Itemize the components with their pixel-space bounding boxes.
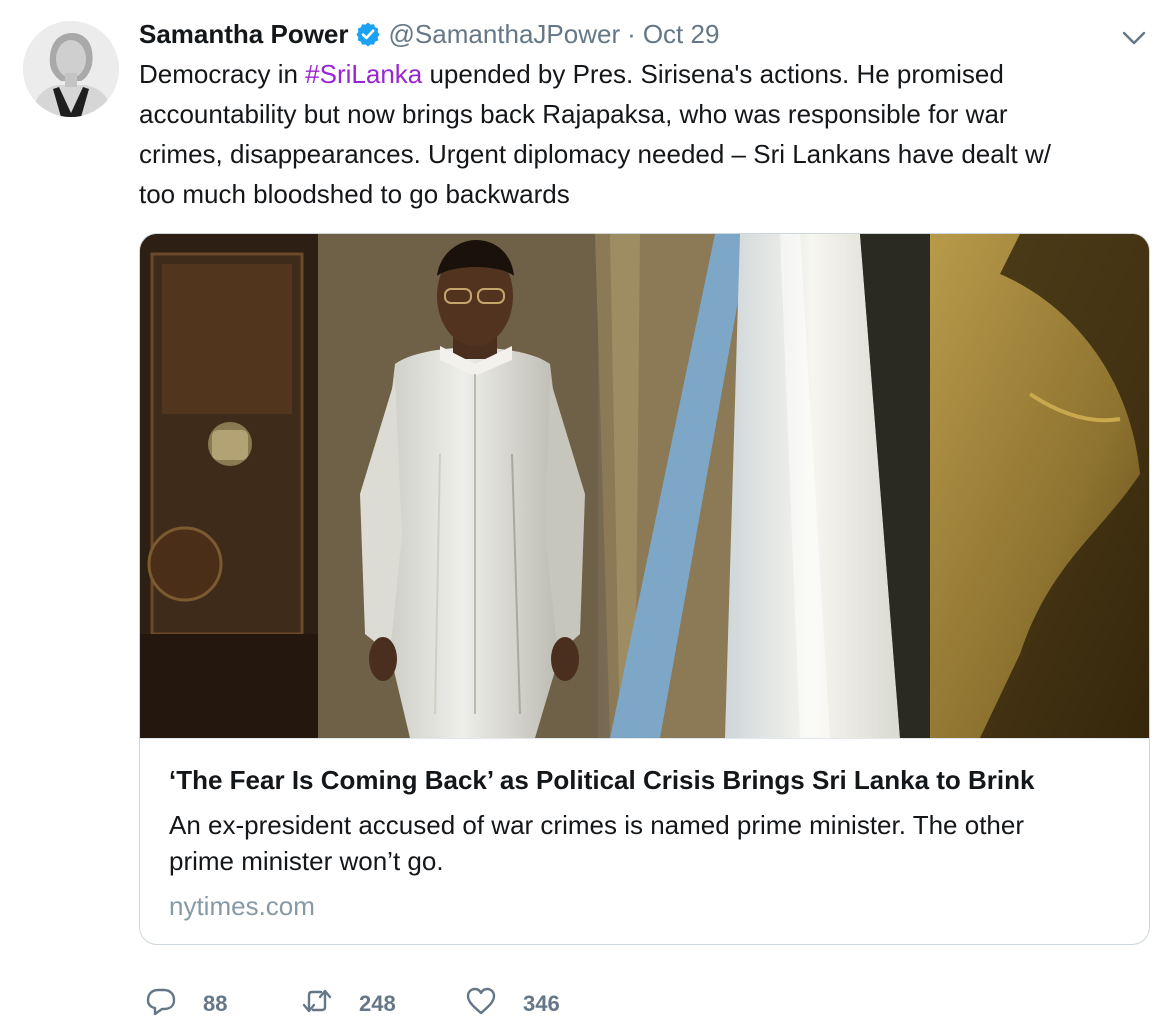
card-description-line: prime minister won’t go. xyxy=(169,846,444,876)
tweet-text-line: accountability but now brings back Rajap… xyxy=(139,99,1008,129)
tweet-actions: 88 248 346 xyxy=(139,986,739,1026)
author-handle[interactable]: @SamanthaJPower xyxy=(389,19,621,50)
reply-count: 88 xyxy=(203,991,228,1016)
tweet-text-fragment: upended by Pres. Sirisena's actions. He … xyxy=(422,59,1004,89)
tweet-text-line: crimes, disappearances. Urgent diplomacy… xyxy=(139,139,1051,169)
link-card[interactable]: ‘The Fear Is Coming Back’ as Political C… xyxy=(139,233,1150,945)
card-description-line: An ex-president accused of war crimes is… xyxy=(169,810,1024,840)
author-avatar[interactable] xyxy=(23,21,119,117)
verified-badge-icon xyxy=(355,21,381,47)
tweet-date[interactable]: Oct 29 xyxy=(643,19,720,50)
like-button[interactable]: 346 xyxy=(465,986,560,1017)
author-name[interactable]: Samantha Power xyxy=(139,19,349,50)
reply-button[interactable]: 88 xyxy=(145,986,227,1017)
retweet-icon xyxy=(302,989,332,1013)
heart-icon xyxy=(466,987,496,1015)
chevron-down-icon[interactable] xyxy=(1120,24,1148,52)
card-domain: nytimes.com xyxy=(169,891,315,921)
tweet: Samantha Power @SamanthaJPower · Oct 29 … xyxy=(0,0,1170,1016)
tweet-text: Democracy in #SriLanka upended by Pres. … xyxy=(139,54,1139,214)
card-description: An ex-president accused of war crimes is… xyxy=(169,807,1129,879)
hashtag-link[interactable]: #SriLanka xyxy=(305,59,422,89)
tweet-text-line: too much bloodshed to go backwards xyxy=(139,179,570,209)
header-separator: · xyxy=(627,18,636,49)
tweet-text-line: Democracy in #SriLanka upended by Pres. … xyxy=(139,54,1139,94)
reply-icon xyxy=(146,988,176,1016)
like-count: 346 xyxy=(523,991,560,1016)
retweet-button[interactable]: 248 xyxy=(301,986,396,1017)
card-title[interactable]: ‘The Fear Is Coming Back’ as Political C… xyxy=(169,763,1129,797)
tweet-text-fragment: Democracy in xyxy=(139,59,306,89)
card-image[interactable] xyxy=(140,234,1149,739)
retweet-count: 248 xyxy=(359,991,396,1016)
tweet-header: Samantha Power @SamanthaJPower · Oct 29 xyxy=(139,16,719,52)
